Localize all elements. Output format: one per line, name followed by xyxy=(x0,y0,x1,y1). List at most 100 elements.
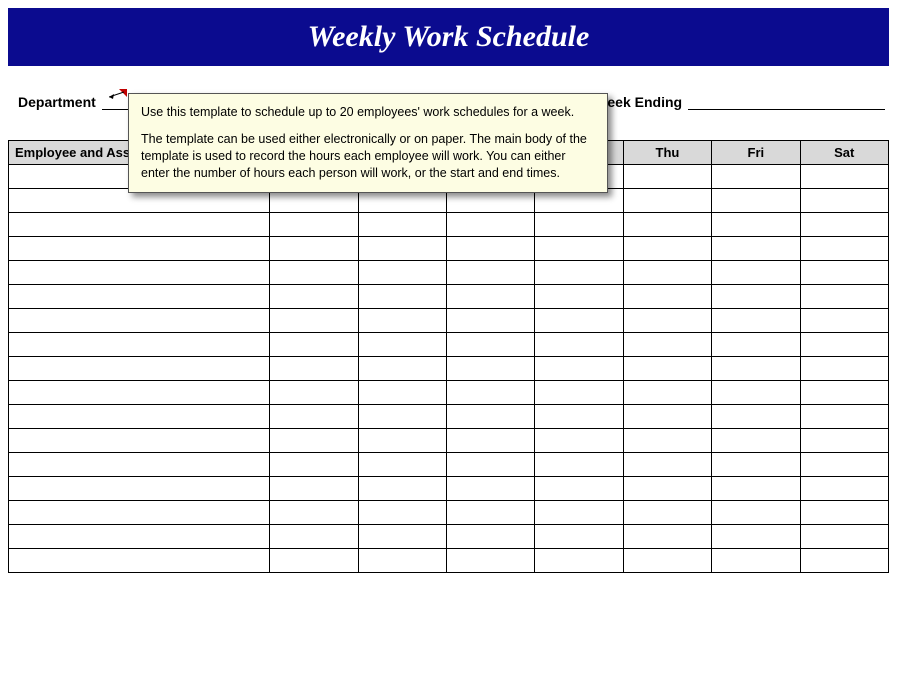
week-ending-field[interactable] xyxy=(688,92,885,110)
cell-day[interactable] xyxy=(712,213,800,237)
cell-day[interactable] xyxy=(623,501,711,525)
cell-day[interactable] xyxy=(270,237,358,261)
cell-day[interactable] xyxy=(535,549,623,573)
cell-day[interactable] xyxy=(712,165,800,189)
cell-day[interactable] xyxy=(712,501,800,525)
cell-day[interactable] xyxy=(800,501,888,525)
cell-day[interactable] xyxy=(446,429,534,453)
cell-day[interactable] xyxy=(535,453,623,477)
cell-day[interactable] xyxy=(535,525,623,549)
cell-day[interactable] xyxy=(800,525,888,549)
cell-day[interactable] xyxy=(712,261,800,285)
cell-day[interactable] xyxy=(446,381,534,405)
cell-day[interactable] xyxy=(358,381,446,405)
cell-day[interactable] xyxy=(270,477,358,501)
cell-day[interactable] xyxy=(270,309,358,333)
cell-day[interactable] xyxy=(535,429,623,453)
cell-day[interactable] xyxy=(535,333,623,357)
cell-day[interactable] xyxy=(535,237,623,261)
cell-day[interactable] xyxy=(270,213,358,237)
cell-day[interactable] xyxy=(712,381,800,405)
cell-day[interactable] xyxy=(712,285,800,309)
cell-employee[interactable] xyxy=(9,237,270,261)
cell-day[interactable] xyxy=(358,357,446,381)
cell-day[interactable] xyxy=(712,453,800,477)
cell-day[interactable] xyxy=(800,237,888,261)
cell-day[interactable] xyxy=(535,477,623,501)
cell-day[interactable] xyxy=(446,285,534,309)
cell-day[interactable] xyxy=(446,309,534,333)
cell-day[interactable] xyxy=(358,333,446,357)
cell-day[interactable] xyxy=(623,405,711,429)
cell-day[interactable] xyxy=(623,165,711,189)
cell-day[interactable] xyxy=(535,501,623,525)
cell-day[interactable] xyxy=(712,429,800,453)
cell-day[interactable] xyxy=(623,237,711,261)
cell-day[interactable] xyxy=(800,477,888,501)
cell-day[interactable] xyxy=(712,237,800,261)
cell-day[interactable] xyxy=(623,525,711,549)
cell-day[interactable] xyxy=(623,261,711,285)
cell-employee[interactable] xyxy=(9,381,270,405)
cell-day[interactable] xyxy=(358,549,446,573)
cell-day[interactable] xyxy=(623,477,711,501)
cell-day[interactable] xyxy=(446,333,534,357)
cell-day[interactable] xyxy=(270,501,358,525)
cell-day[interactable] xyxy=(800,549,888,573)
cell-employee[interactable] xyxy=(9,477,270,501)
cell-day[interactable] xyxy=(446,357,534,381)
cell-day[interactable] xyxy=(270,357,358,381)
cell-day[interactable] xyxy=(712,357,800,381)
cell-day[interactable] xyxy=(623,189,711,213)
cell-employee[interactable] xyxy=(9,309,270,333)
cell-day[interactable] xyxy=(712,333,800,357)
cell-day[interactable] xyxy=(358,525,446,549)
cell-employee[interactable] xyxy=(9,405,270,429)
cell-day[interactable] xyxy=(800,189,888,213)
cell-day[interactable] xyxy=(535,405,623,429)
cell-day[interactable] xyxy=(270,549,358,573)
cell-day[interactable] xyxy=(712,405,800,429)
cell-day[interactable] xyxy=(623,429,711,453)
cell-day[interactable] xyxy=(358,213,446,237)
cell-day[interactable] xyxy=(446,501,534,525)
cell-day[interactable] xyxy=(446,453,534,477)
cell-day[interactable] xyxy=(446,477,534,501)
cell-day[interactable] xyxy=(358,285,446,309)
cell-day[interactable] xyxy=(535,285,623,309)
cell-day[interactable] xyxy=(800,285,888,309)
cell-day[interactable] xyxy=(800,381,888,405)
cell-day[interactable] xyxy=(358,405,446,429)
cell-day[interactable] xyxy=(358,501,446,525)
cell-day[interactable] xyxy=(358,453,446,477)
cell-day[interactable] xyxy=(800,213,888,237)
cell-employee[interactable] xyxy=(9,333,270,357)
cell-day[interactable] xyxy=(535,381,623,405)
cell-day[interactable] xyxy=(358,261,446,285)
cell-day[interactable] xyxy=(623,285,711,309)
cell-day[interactable] xyxy=(535,357,623,381)
cell-day[interactable] xyxy=(623,357,711,381)
cell-day[interactable] xyxy=(800,453,888,477)
cell-day[interactable] xyxy=(800,429,888,453)
cell-day[interactable] xyxy=(446,405,534,429)
cell-day[interactable] xyxy=(800,357,888,381)
cell-employee[interactable] xyxy=(9,285,270,309)
cell-employee[interactable] xyxy=(9,357,270,381)
cell-day[interactable] xyxy=(358,237,446,261)
cell-employee[interactable] xyxy=(9,525,270,549)
cell-employee[interactable] xyxy=(9,453,270,477)
cell-day[interactable] xyxy=(270,381,358,405)
cell-day[interactable] xyxy=(535,261,623,285)
cell-day[interactable] xyxy=(358,309,446,333)
cell-day[interactable] xyxy=(446,237,534,261)
cell-employee[interactable] xyxy=(9,261,270,285)
cell-day[interactable] xyxy=(446,213,534,237)
cell-day[interactable] xyxy=(800,261,888,285)
cell-day[interactable] xyxy=(800,405,888,429)
cell-day[interactable] xyxy=(712,525,800,549)
cell-day[interactable] xyxy=(446,261,534,285)
cell-day[interactable] xyxy=(270,453,358,477)
cell-day[interactable] xyxy=(712,309,800,333)
cell-day[interactable] xyxy=(270,333,358,357)
